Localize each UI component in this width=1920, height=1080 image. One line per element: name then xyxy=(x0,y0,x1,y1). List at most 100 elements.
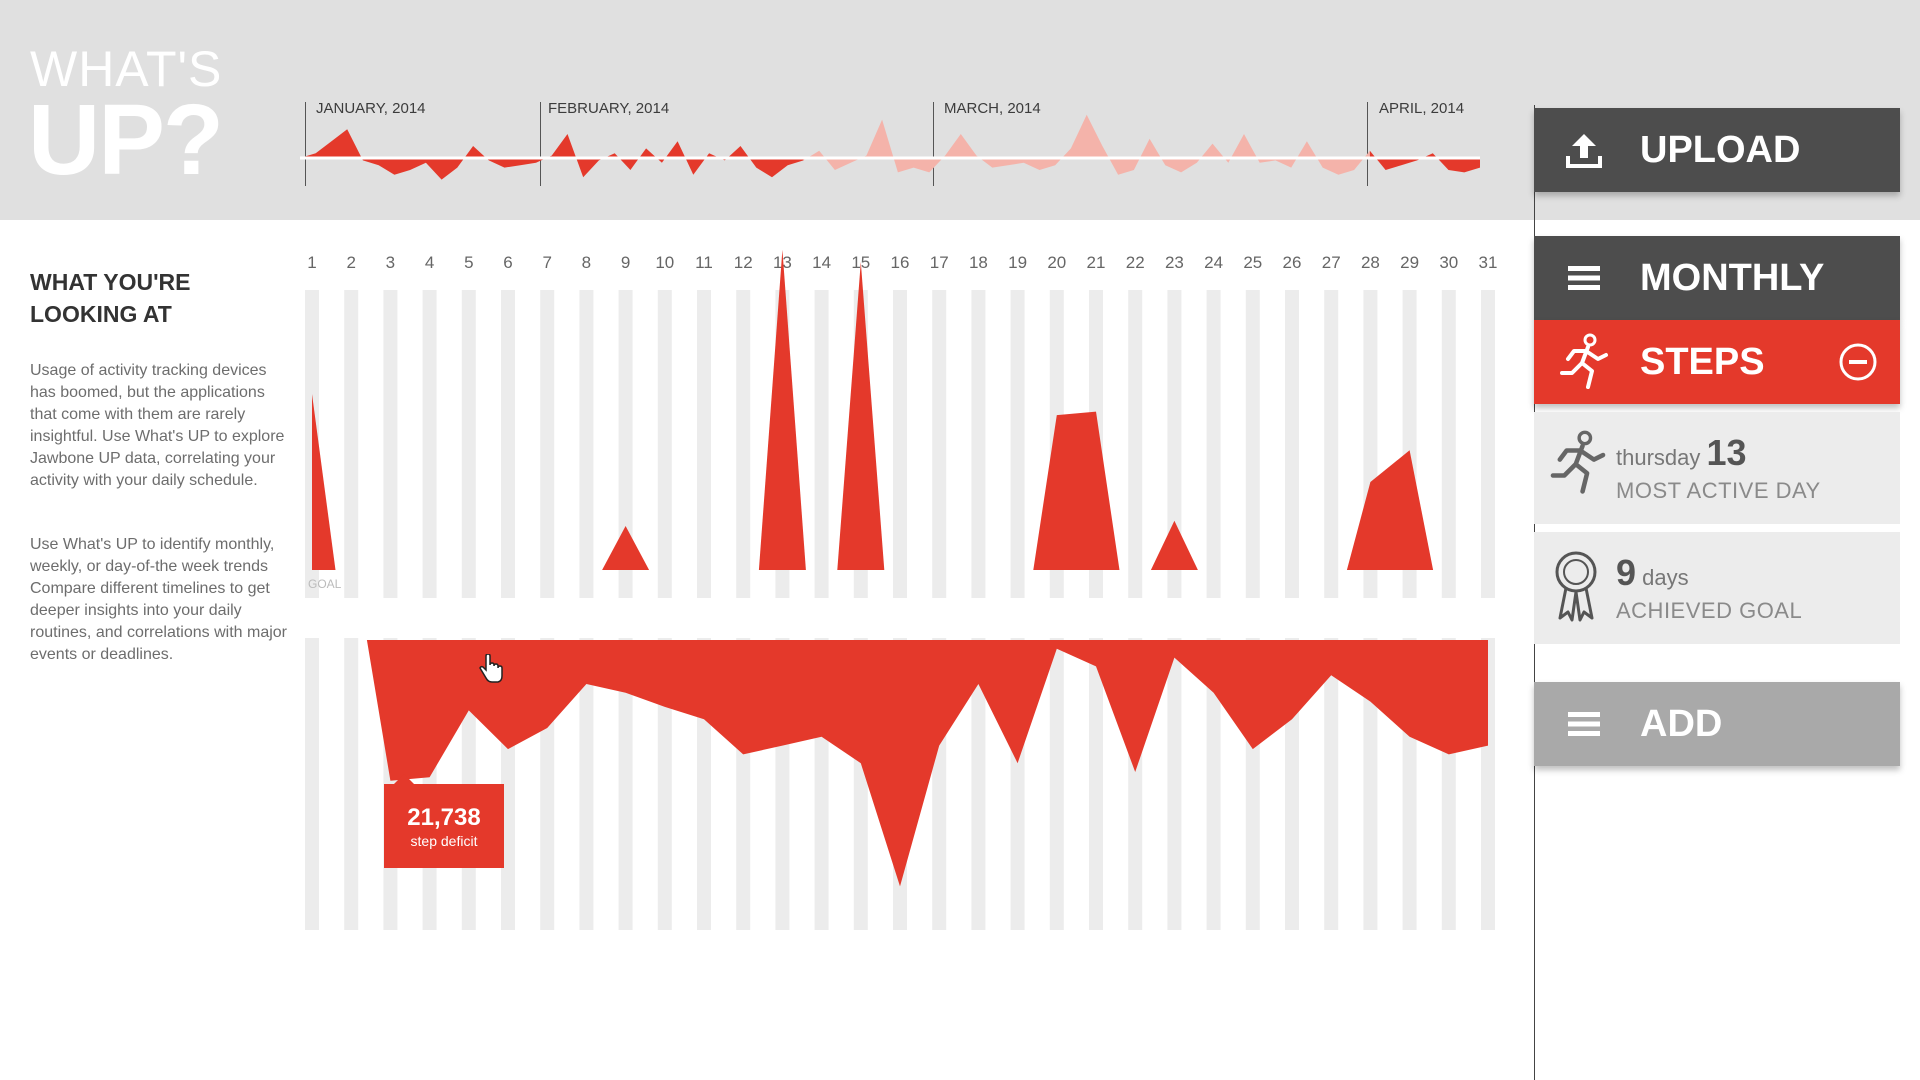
overview-series-area-faded xyxy=(803,114,1370,175)
day-track-lower xyxy=(344,638,359,930)
day-label: 27 xyxy=(1322,253,1341,272)
surplus-spike xyxy=(837,262,885,570)
steps-button[interactable]: STEPS xyxy=(1534,320,1900,404)
day-track-upper xyxy=(814,290,829,598)
runner-outline-icon xyxy=(1548,430,1608,501)
day-label: 29 xyxy=(1400,253,1419,272)
upload-icon xyxy=(1558,130,1610,170)
day-track-lower xyxy=(305,638,319,930)
day-track-upper xyxy=(344,290,359,598)
day-label: 21 xyxy=(1087,253,1106,272)
achieved-goal-card: 9 days ACHIEVED GOAL xyxy=(1534,532,1900,644)
upload-label: UPLOAD xyxy=(1640,128,1801,171)
hand-cursor-icon xyxy=(479,654,503,683)
day-label: 14 xyxy=(812,253,831,272)
day-track-upper xyxy=(461,290,476,598)
monthly-button[interactable]: MONTHLY xyxy=(1534,236,1900,320)
day-track-lower xyxy=(1324,638,1339,930)
goal-count-top: 9 days xyxy=(1616,552,1689,594)
day-label: 6 xyxy=(503,253,512,272)
day-label: 18 xyxy=(969,253,988,272)
day-label: 2 xyxy=(346,253,355,272)
day-track-upper xyxy=(657,290,672,598)
day-label: 12 xyxy=(734,253,753,272)
day-track-upper xyxy=(540,290,555,598)
surplus-spike xyxy=(1346,450,1434,570)
surplus-spike xyxy=(1150,520,1198,570)
description-paragraph-1: Usage of activity tracking devices has b… xyxy=(30,362,285,489)
surplus-spike xyxy=(1033,411,1120,570)
day-label: 24 xyxy=(1204,253,1223,272)
add-button[interactable]: ADD xyxy=(1534,682,1900,766)
day-track-upper xyxy=(1285,290,1299,598)
day-track-upper xyxy=(501,290,515,598)
day-track-upper xyxy=(1441,290,1456,598)
description-paragraph-2: Use What's UP to identify monthly, weekl… xyxy=(30,536,288,663)
day-label: 31 xyxy=(1479,253,1498,272)
collapse-icon[interactable] xyxy=(1838,342,1878,392)
menu-icon xyxy=(1558,710,1610,738)
day-track-upper xyxy=(932,290,947,598)
day-track-upper xyxy=(383,290,398,598)
upload-button[interactable]: UPLOAD xyxy=(1534,108,1900,192)
day-track-upper xyxy=(736,290,751,598)
day-label: 7 xyxy=(542,253,551,272)
day-label: 11 xyxy=(695,253,713,272)
day-track-upper xyxy=(893,290,907,598)
day-track-upper xyxy=(697,290,711,598)
day-track-upper xyxy=(1128,290,1143,598)
tooltip-label: step deficit xyxy=(410,833,478,849)
deficit-area xyxy=(366,640,1488,887)
most-active-day-top: thursday 13 xyxy=(1616,432,1747,474)
day-track-lower xyxy=(1167,638,1182,930)
day-label: 26 xyxy=(1283,253,1302,272)
surplus-spike xyxy=(758,249,806,570)
day-track-upper xyxy=(579,290,594,598)
day-label: 23 xyxy=(1165,253,1184,272)
description-heading-text: WHAT YOU'RE LOOKING AT xyxy=(30,269,191,327)
day-track-upper xyxy=(1324,290,1339,598)
day-label: 8 xyxy=(582,253,591,272)
overview-timeline[interactable] xyxy=(300,98,1500,198)
overview-series-area xyxy=(300,129,804,180)
goal-label: ACHIEVED GOAL xyxy=(1616,598,1803,623)
surplus-spike xyxy=(312,394,336,570)
monthly-label: MONTHLY xyxy=(1640,256,1825,299)
surplus-spike xyxy=(602,526,650,570)
award-ribbon-icon xyxy=(1552,550,1600,629)
most-active-day-label: MOST ACTIVE DAY xyxy=(1616,478,1821,503)
day-label: 10 xyxy=(655,253,674,272)
day-track-lower xyxy=(1089,638,1103,930)
most-active-day-number: 13 xyxy=(1706,432,1747,473)
app-title-line2: UP? xyxy=(28,84,224,196)
description-heading: WHAT YOU'RE LOOKING AT xyxy=(30,266,270,330)
day-label: 19 xyxy=(1008,253,1027,272)
day-label: 30 xyxy=(1439,253,1458,272)
day-label: 3 xyxy=(386,253,395,272)
goal-days-unit: days xyxy=(1642,565,1689,590)
day-label: 25 xyxy=(1243,253,1262,272)
day-label: 20 xyxy=(1047,253,1066,272)
tooltip-value: 21,738 xyxy=(407,804,481,831)
day-track-upper xyxy=(1206,290,1221,598)
day-label: 22 xyxy=(1126,253,1145,272)
day-track-upper xyxy=(1245,290,1260,598)
most-active-day-card: thursday 13 MOST ACTIVE DAY xyxy=(1534,412,1900,524)
overview-series-area-recent xyxy=(1369,150,1480,173)
runner-icon xyxy=(1558,333,1610,391)
day-label: 17 xyxy=(930,253,949,272)
day-label: 1 xyxy=(307,253,316,272)
goal-label: GOAL xyxy=(308,577,342,591)
day-track-upper xyxy=(422,290,437,598)
day-label: 16 xyxy=(891,253,910,272)
day-label: 4 xyxy=(425,253,434,272)
deficit-tooltip: 21,738 step deficit xyxy=(384,784,504,868)
most-active-weekday: thursday xyxy=(1616,445,1701,470)
day-track-upper xyxy=(971,290,986,598)
day-label: 9 xyxy=(621,253,630,272)
day-track-upper xyxy=(1481,290,1495,598)
day-label: 5 xyxy=(464,253,473,272)
steps-label: STEPS xyxy=(1640,340,1765,383)
goal-days-count: 9 xyxy=(1616,552,1637,593)
add-label: ADD xyxy=(1640,702,1723,745)
